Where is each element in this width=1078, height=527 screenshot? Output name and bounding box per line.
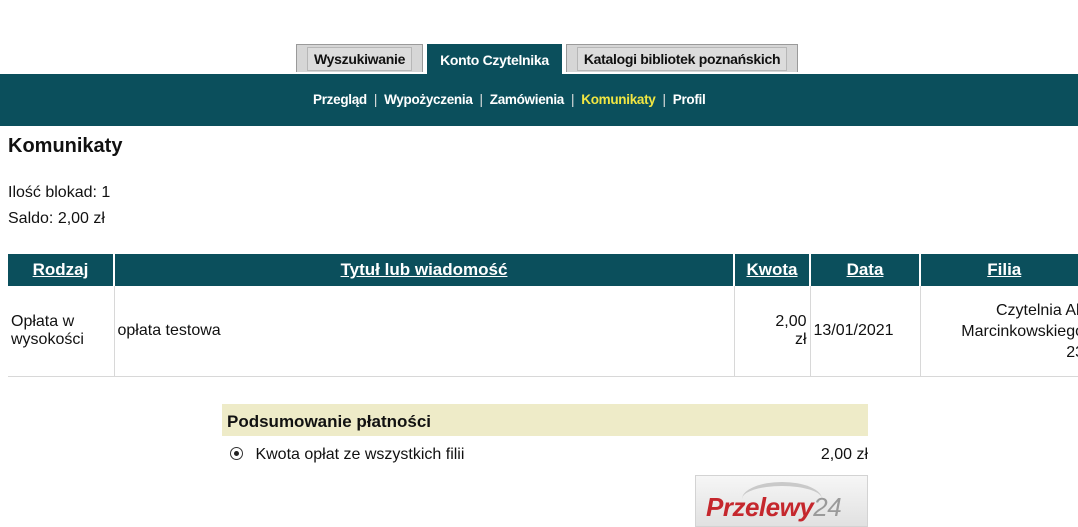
subnav-profil[interactable]: Profil xyxy=(673,92,706,107)
rodzaj-line: wysokości xyxy=(11,331,84,348)
logo-word: Przelewy xyxy=(706,492,814,522)
table-header-row: Rodzaj Tytuł lub wiadomość Kwota Data Fi… xyxy=(8,254,1078,286)
filia-line: 23 xyxy=(1066,343,1078,361)
separator: | xyxy=(373,92,378,107)
table-row: Opłata w wysokości opłata testowa 2,00 z… xyxy=(8,286,1078,377)
tab-wyszukiwanie[interactable]: Wyszukiwanie xyxy=(296,44,424,72)
separator: | xyxy=(479,92,484,107)
payment-summary-row: Kwota opłat ze wszystkich filii 2,00 zł xyxy=(230,446,868,464)
payment-summary-title: Podsumowanie płatności xyxy=(222,404,868,436)
main-tabs: Wyszukiwanie Konto Czytelnika Katalogi b… xyxy=(296,44,799,74)
subnav-wypozyczenia[interactable]: Wypożyczenia xyxy=(384,92,473,107)
messages-table: Rodzaj Tytuł lub wiadomość Kwota Data Fi… xyxy=(8,254,1078,377)
header-kwota[interactable]: Kwota xyxy=(734,254,811,286)
subnav-komunikaty[interactable]: Komunikaty xyxy=(581,92,656,107)
przelewy24-pay-button[interactable]: Przelewy24 xyxy=(695,475,868,527)
filia-line: Marcinkowskiego xyxy=(961,322,1078,340)
header-tytul[interactable]: Tytuł lub wiadomość xyxy=(114,254,735,286)
subnav-przeglad[interactable]: Przegląd xyxy=(313,92,367,107)
cell-kwota: 2,00 zł xyxy=(734,286,811,377)
cell-data: 13/01/2021 xyxy=(810,286,921,377)
tab-label: Wyszukiwanie xyxy=(307,46,413,71)
przelewy24-logo: Przelewy24 xyxy=(706,492,842,523)
cell-tytul: opłata testowa xyxy=(114,286,735,377)
tab-label: Konto Czytelnika xyxy=(440,51,549,68)
kwota-currency: zł xyxy=(794,331,807,348)
header-filia[interactable]: Filia xyxy=(920,254,1078,286)
subnav-zamowienia[interactable]: Zamówienia xyxy=(490,92,565,107)
cell-rodzaj: Opłata w wysokości xyxy=(8,286,115,377)
all-branches-radio[interactable] xyxy=(230,447,243,460)
tab-katalogi[interactable]: Katalogi bibliotek poznańskich xyxy=(565,44,799,72)
all-branches-label: Kwota opłat ze wszystkich filii xyxy=(255,446,465,463)
tab-konto-czytelnika[interactable]: Konto Czytelnika xyxy=(427,44,562,74)
rodzaj-line: Opłata w xyxy=(11,313,75,330)
balance: Saldo: 2,00 zł xyxy=(8,210,105,227)
separator: | xyxy=(571,92,575,107)
kwota-value: 2,00 xyxy=(775,313,807,330)
header-data[interactable]: Data xyxy=(810,254,921,286)
separator: | xyxy=(662,92,667,107)
cell-filia: Czytelnia Al. Marcinkowskiego 23 xyxy=(920,286,1078,377)
subnav-links: Przegląd | Wypożyczenia | Zamówienia | K… xyxy=(313,92,706,107)
blocks-count: Ilość blokad: 1 xyxy=(8,184,111,201)
logo-number: 24 xyxy=(813,492,842,522)
summary-amount: 2,00 zł xyxy=(820,446,868,463)
tab-label: Katalogi bibliotek poznańskich xyxy=(576,46,788,71)
page-title: Komunikaty xyxy=(8,135,123,157)
header-rodzaj[interactable]: Rodzaj xyxy=(8,254,115,286)
account-subnav: Przegląd | Wypożyczenia | Zamówienia | K… xyxy=(0,74,1078,126)
filia-line: Czytelnia Al. xyxy=(995,301,1078,319)
